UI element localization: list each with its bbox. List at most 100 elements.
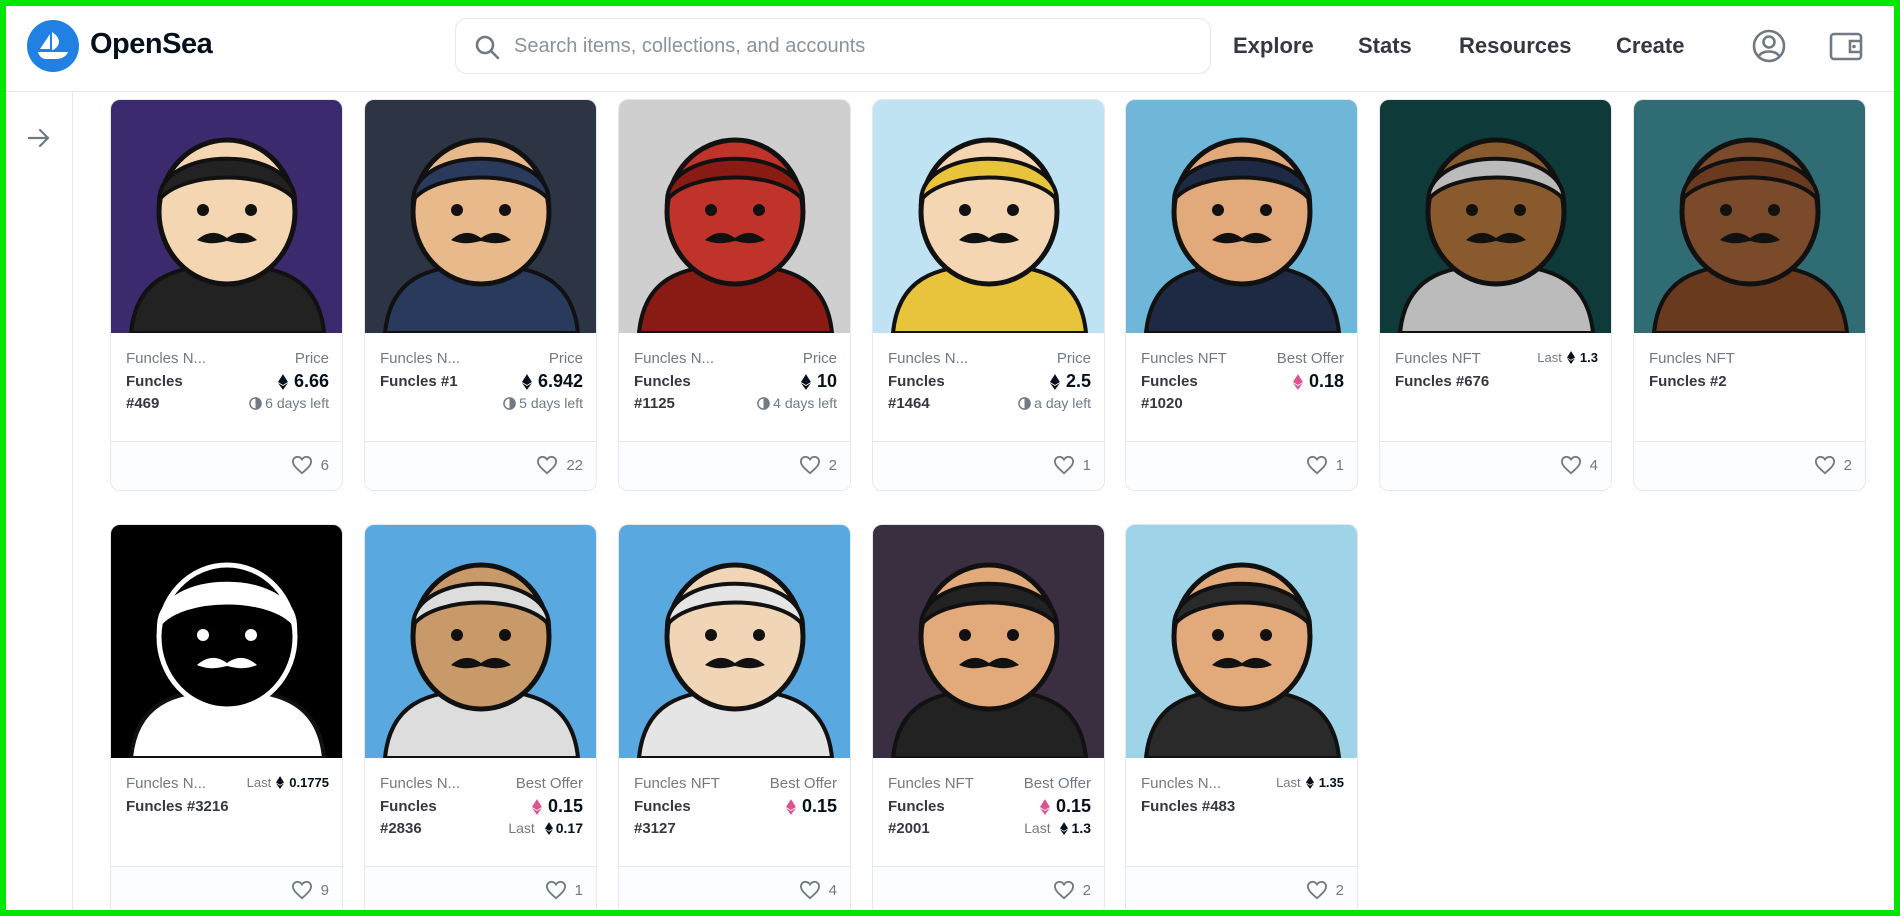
- item-name[interactable]: Funcles #3127: [634, 796, 724, 840]
- like-button[interactable]: 1: [545, 880, 583, 900]
- nft-image: [619, 525, 850, 758]
- collection-name[interactable]: Funcles NFT: [888, 775, 974, 792]
- heart-icon[interactable]: [799, 455, 821, 475]
- nft-card[interactable]: Funcles NFT Funcles #3127 Best Offer 0.1…: [618, 524, 851, 910]
- collection-name[interactable]: Funcles N...: [634, 350, 714, 367]
- collection-name[interactable]: Funcles NFT: [1141, 350, 1227, 367]
- clock-icon: [503, 396, 516, 410]
- nav-stats[interactable]: Stats: [1358, 33, 1412, 59]
- search-input[interactable]: [514, 34, 1210, 58]
- like-button[interactable]: 2: [1306, 880, 1344, 900]
- price-value: 2.5: [1050, 371, 1091, 392]
- nft-image: [1380, 100, 1611, 333]
- heart-icon[interactable]: [1560, 455, 1582, 475]
- nav-explore[interactable]: Explore: [1233, 33, 1314, 59]
- item-name[interactable]: Funcles #469: [126, 371, 216, 415]
- like-button[interactable]: 1: [1053, 455, 1091, 475]
- nft-card[interactable]: Funcles N... Funcles #1125 Price 10 4 da…: [618, 99, 851, 491]
- nft-card[interactable]: Funcles N... Funcles #469 Price 6.66 6 d…: [110, 99, 343, 491]
- like-button[interactable]: 9: [291, 880, 329, 900]
- nav-resources[interactable]: Resources: [1459, 33, 1572, 59]
- eth-icon: [1060, 821, 1069, 835]
- like-button[interactable]: 6: [291, 455, 329, 475]
- item-name[interactable]: Funcles #1: [380, 371, 458, 393]
- item-name[interactable]: Funcles #1464: [888, 371, 978, 415]
- collection-name[interactable]: Funcles N...: [126, 350, 206, 367]
- item-name[interactable]: Funcles #676: [1395, 371, 1489, 393]
- best-offer-value: 0.15: [532, 796, 583, 817]
- eth-icon: [276, 776, 285, 789]
- collection-name[interactable]: Funcles N...: [380, 775, 460, 792]
- card-footer: 1: [873, 441, 1104, 490]
- item-name[interactable]: Funcles #2836: [380, 796, 470, 840]
- best-offer-value: 0.18: [1293, 371, 1344, 392]
- collection-name[interactable]: Funcles NFT: [634, 775, 720, 792]
- heart-icon[interactable]: [536, 455, 558, 475]
- arrow-right-icon[interactable]: [19, 118, 59, 158]
- eth-icon: [801, 373, 811, 390]
- heart-icon[interactable]: [1053, 880, 1075, 900]
- collection-name[interactable]: Funcles N...: [126, 775, 206, 792]
- card-info: Funcles N... Funcles #1 Price 6.942 5 da…: [365, 333, 596, 441]
- clock-icon: [249, 396, 262, 410]
- card-footer: 2: [1634, 441, 1865, 490]
- collection-name[interactable]: Funcles N...: [380, 350, 460, 367]
- item-name[interactable]: Funcles #2001: [888, 796, 978, 840]
- card-info: Funcles N... Funcles #2836 Best Offer 0.…: [365, 758, 596, 866]
- card-footer: 1: [365, 866, 596, 910]
- item-name[interactable]: Funcles #3216: [126, 796, 229, 818]
- item-name[interactable]: Funcles #483: [1141, 796, 1235, 818]
- nft-card[interactable]: Funcles NFT Funcles #2001 Best Offer 0.1…: [872, 524, 1105, 910]
- collection-name[interactable]: Funcles NFT: [1649, 350, 1735, 367]
- eth-icon: [1040, 798, 1050, 815]
- card-info: Funcles N... Funcles #1464 Price 2.5 a d…: [873, 333, 1104, 441]
- like-button[interactable]: 1: [1306, 455, 1344, 475]
- heart-icon[interactable]: [1053, 455, 1075, 475]
- like-button[interactable]: 4: [799, 880, 837, 900]
- heart-icon[interactable]: [1814, 455, 1836, 475]
- nft-card[interactable]: Funcles N... Funcles #1 Price 6.942 5 da…: [364, 99, 597, 491]
- heart-icon[interactable]: [291, 880, 313, 900]
- like-button[interactable]: 2: [1814, 455, 1852, 475]
- collection-name[interactable]: Funcles N...: [1141, 775, 1221, 792]
- opensea-logo-icon[interactable]: [27, 20, 79, 72]
- nft-card[interactable]: Funcles N... Funcles #1464 Price 2.5 a d…: [872, 99, 1105, 491]
- heart-icon[interactable]: [1306, 455, 1328, 475]
- nft-card[interactable]: Funcles N... Funcles #2836 Best Offer 0.…: [364, 524, 597, 910]
- like-button[interactable]: 22: [536, 455, 583, 475]
- eth-icon: [1566, 351, 1575, 364]
- best-offer-value: 0.15: [1040, 796, 1091, 817]
- card-footer: 4: [619, 866, 850, 910]
- item-name[interactable]: Funcles #1125: [634, 371, 724, 415]
- nft-card[interactable]: Funcles NFT Funcles #676 Last 1.3 4: [1379, 99, 1612, 491]
- item-name[interactable]: Funcles #2: [1649, 371, 1727, 393]
- time-left: 4 days left: [757, 395, 837, 411]
- wallet-icon[interactable]: [1826, 26, 1866, 66]
- clock-icon: [757, 396, 770, 410]
- brand-name[interactable]: OpenSea: [90, 28, 213, 61]
- nav-create[interactable]: Create: [1616, 33, 1684, 59]
- like-button[interactable]: 2: [1053, 880, 1091, 900]
- nft-card[interactable]: Funcles NFT Funcles #2 2: [1633, 99, 1866, 491]
- like-count: 2: [1335, 881, 1344, 899]
- card-footer: 2: [1126, 866, 1357, 910]
- like-button[interactable]: 2: [799, 455, 837, 475]
- search-bar[interactable]: [455, 18, 1211, 74]
- like-count: 9: [320, 881, 329, 899]
- nft-card[interactable]: Funcles N... Funcles #483 Last 1.35 2: [1125, 524, 1358, 910]
- like-count: 1: [1335, 456, 1344, 474]
- heart-icon[interactable]: [291, 455, 313, 475]
- like-button[interactable]: 4: [1560, 455, 1598, 475]
- collection-name[interactable]: Funcles NFT: [1395, 350, 1481, 367]
- heart-icon[interactable]: [545, 880, 567, 900]
- collection-name[interactable]: Funcles N...: [888, 350, 968, 367]
- profile-icon[interactable]: [1749, 26, 1789, 66]
- heart-icon[interactable]: [799, 880, 821, 900]
- like-count: 4: [828, 881, 837, 899]
- heart-icon[interactable]: [1306, 880, 1328, 900]
- nft-card[interactable]: Funcles NFT Funcles #1020 Best Offer 0.1…: [1125, 99, 1358, 491]
- item-name[interactable]: Funcles #1020: [1141, 371, 1231, 415]
- time-left: a day left: [1018, 395, 1091, 411]
- card-footer: 1: [1126, 441, 1357, 490]
- nft-card[interactable]: Funcles N... Funcles #3216 Last 0.1775 9: [110, 524, 343, 910]
